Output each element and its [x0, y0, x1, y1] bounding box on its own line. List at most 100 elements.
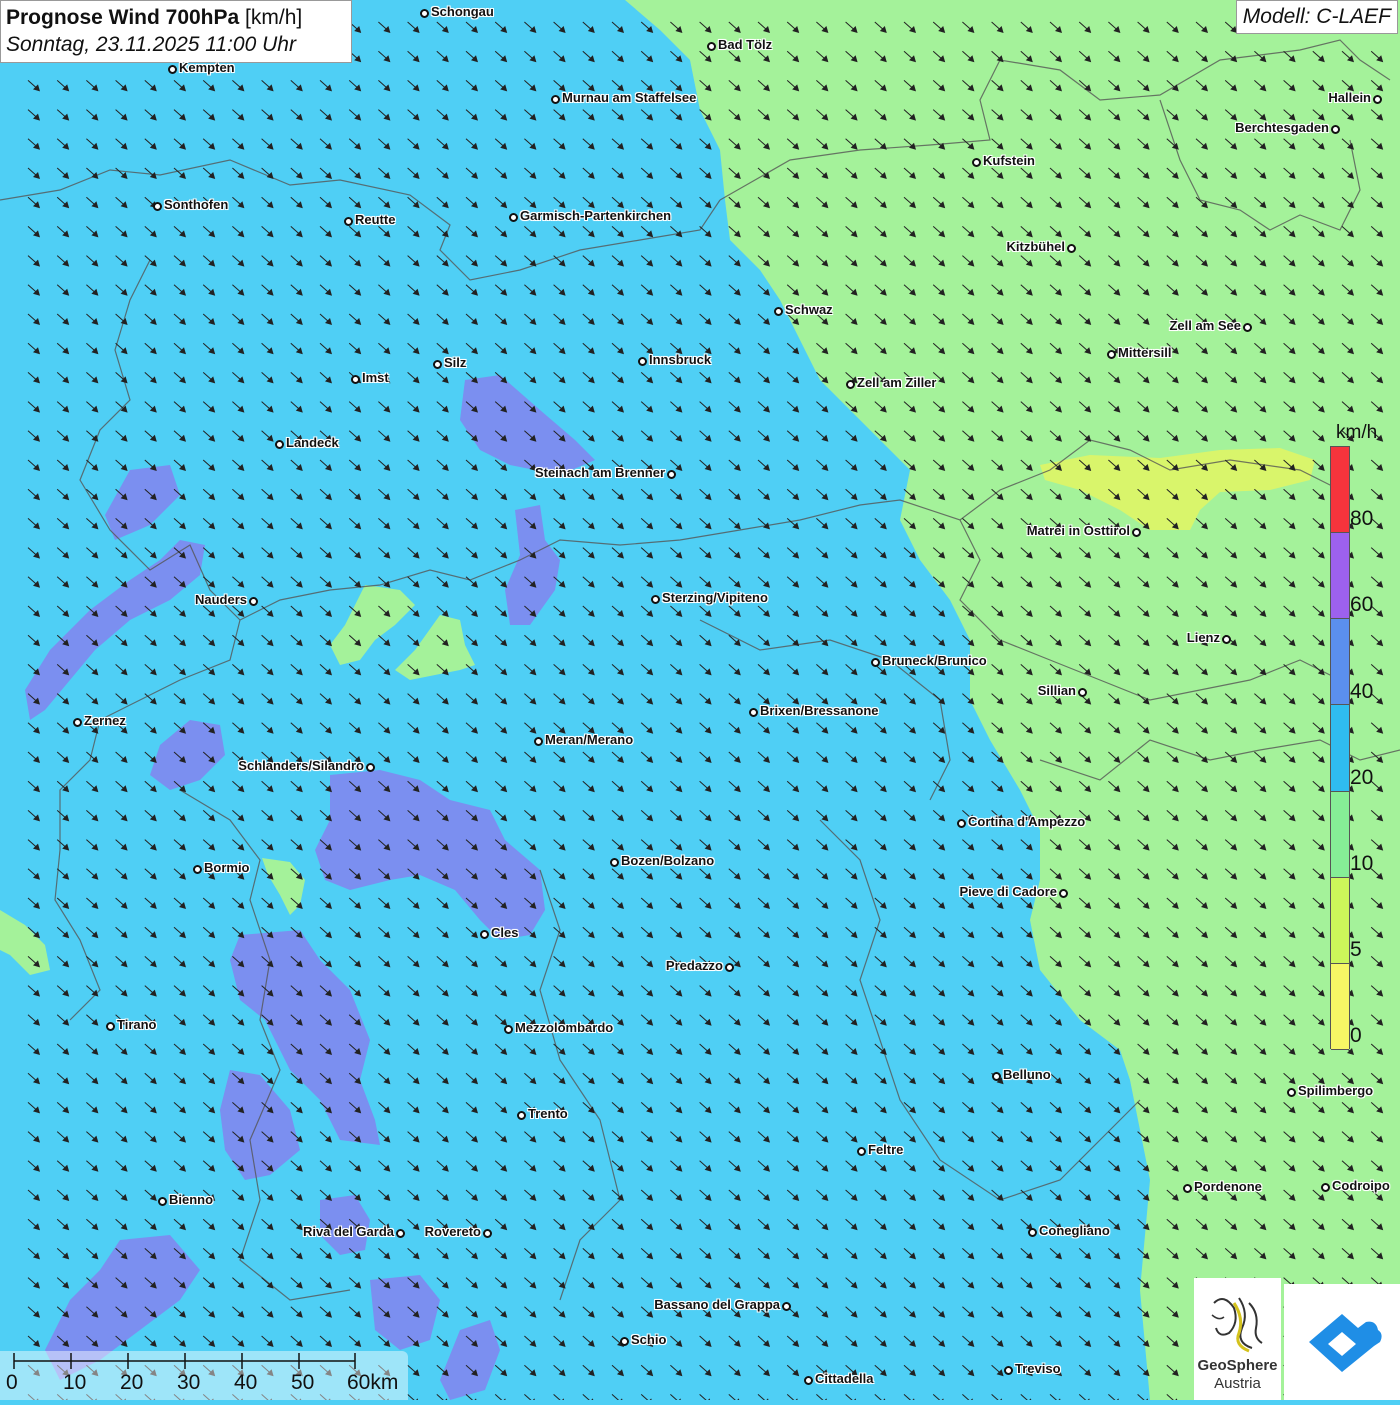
city-marker [193, 865, 202, 874]
legend-label: 80 [1350, 507, 1374, 530]
city-label: Conegliano [1039, 1223, 1110, 1238]
scale-label: 0 [6, 1371, 18, 1394]
city-label: Tirano [117, 1017, 157, 1032]
city-marker [610, 858, 619, 867]
city-label: Treviso [1015, 1361, 1061, 1376]
legend-swatch [1331, 791, 1349, 878]
city-label: Steinach am Brenner [534, 465, 665, 480]
city-label: Berchtesgaden [1235, 120, 1329, 135]
city-marker [782, 1302, 791, 1311]
city-label: Codroipo [1332, 1178, 1390, 1193]
city-marker [774, 307, 783, 316]
legend-label: 20 [1350, 766, 1374, 789]
city-marker [1107, 350, 1116, 359]
city-marker [153, 202, 162, 211]
city-label: Kempten [179, 60, 235, 75]
city-label: Kufstein [983, 153, 1035, 168]
geosphere-logo: GeoSphere Austria [1194, 1278, 1281, 1400]
city-label: Nauders [194, 592, 247, 607]
city-label: Schongau [431, 4, 494, 19]
forecast-date: Sonntag, 23.11.2025 11:00 Uhr [6, 33, 296, 56]
city-marker [749, 708, 758, 717]
logo-line-2: Austria [1214, 1375, 1261, 1392]
city-label: Murnau am Staffelsee [562, 90, 697, 105]
city-label: Schio [631, 1332, 667, 1347]
city-label: Bad Tölz [718, 37, 773, 52]
city-label: Cittadella [815, 1371, 874, 1386]
city-label: Rovereto [424, 1224, 481, 1239]
legend-label: 60 [1350, 593, 1374, 616]
city-label: Pordenone [1194, 1179, 1262, 1194]
city-marker [480, 930, 489, 939]
city-label: Bormio [204, 860, 250, 875]
city-label: Zell am See [1169, 318, 1241, 333]
city-marker [857, 1147, 866, 1156]
legend-label: 10 [1350, 852, 1374, 875]
city-label: Sonthofen [164, 197, 229, 212]
legend-unit: km/h [1336, 422, 1378, 443]
city-label: Bassano del Grappa [654, 1297, 780, 1312]
map-title-box: Prognose Wind 700hPa [km/h] Sonntag, 23.… [0, 0, 352, 63]
city-label: Sterzing/Vipiteno [662, 590, 768, 605]
city-marker [509, 213, 518, 222]
legend-label: 5 [1350, 938, 1362, 961]
city-marker [707, 42, 716, 51]
city-label: Landeck [286, 435, 339, 450]
city-marker [551, 95, 560, 104]
city-label: Hallein [1328, 90, 1371, 105]
city-marker [804, 1376, 813, 1385]
map-title-unit: [km/h] [245, 6, 303, 29]
city-label: Cles [491, 925, 519, 940]
scale-label: 40 [234, 1371, 258, 1394]
city-label: Spilimbergo [1298, 1083, 1374, 1098]
city-label: Schwaz [785, 302, 833, 317]
city-marker [1287, 1088, 1296, 1097]
scale-bar: 0 10 20 30 40 50 60km [0, 1351, 408, 1400]
city-label: Brixen/Bressanone [760, 703, 879, 718]
city-label: Sillian [1037, 683, 1076, 698]
city-marker [1373, 95, 1382, 104]
color-legend: km/h 80 60 40 20 10 5 0 [1328, 420, 1400, 1060]
city-label: Reutte [355, 212, 396, 227]
city-label: Pieve di Cadore [959, 884, 1057, 899]
city-label: Schlanders/Silandro [238, 758, 364, 773]
geosphere-emblem-icon [1211, 1297, 1263, 1353]
city-marker [1028, 1228, 1037, 1237]
city-label: Riva del Garda [302, 1224, 394, 1239]
city-label: Meran/Merano [545, 732, 634, 747]
city-marker [275, 440, 284, 449]
city-marker [1059, 889, 1068, 898]
scale-label: 10 [63, 1371, 87, 1394]
legend-swatch [1331, 447, 1349, 534]
city-label: Cortina d'Ampezzo [968, 814, 1086, 829]
city-marker [396, 1229, 405, 1238]
city-label: Imst [362, 370, 389, 385]
city-marker [158, 1197, 167, 1206]
city-marker [638, 357, 647, 366]
city-label: Feltre [868, 1142, 904, 1157]
city-marker [249, 597, 258, 606]
legend-swatch [1331, 533, 1349, 620]
city-label: Innsbruck [649, 352, 712, 367]
city-marker [483, 1229, 492, 1238]
city-marker [725, 963, 734, 972]
city-marker [433, 360, 442, 369]
city-marker [957, 819, 966, 828]
legend-swatch [1331, 877, 1349, 964]
city-marker [1222, 635, 1231, 644]
legend-label: 40 [1350, 680, 1374, 703]
legend-label: 0 [1350, 1024, 1362, 1047]
city-marker [351, 375, 360, 384]
city-label: Kitzbühel [1006, 239, 1066, 254]
city-marker [1132, 528, 1141, 537]
city-label: Predazzo [665, 958, 723, 973]
scale-label: 20 [120, 1371, 144, 1394]
city-label: Mittersill [1118, 345, 1172, 360]
city-marker [871, 658, 880, 667]
city-marker [517, 1111, 526, 1120]
map-title-main: Prognose Wind 700hPa [6, 6, 240, 29]
app-logo [1284, 1284, 1400, 1400]
model-label: Modell: C-LAEF [1235, 0, 1398, 34]
legend-color-bar [1330, 446, 1350, 1050]
city-marker [1243, 323, 1252, 332]
